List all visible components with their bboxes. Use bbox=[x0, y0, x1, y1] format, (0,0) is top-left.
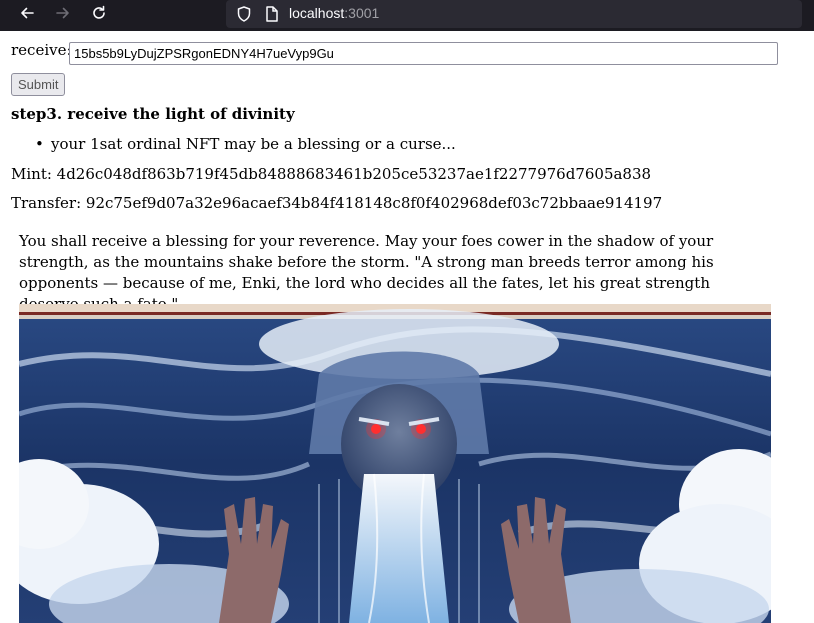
step-title: step3. receive the light of divinity bbox=[11, 105, 295, 123]
back-arrow-icon bbox=[21, 7, 34, 19]
receive-row: receive: bbox=[11, 41, 72, 59]
shield-icon[interactable] bbox=[235, 5, 253, 27]
url-port: :3001 bbox=[344, 5, 380, 21]
step-bullets: your 1sat ordinal NFT may be a blessing … bbox=[11, 135, 456, 153]
blessing-text: You shall receive a blessing for your re… bbox=[19, 232, 714, 313]
artwork-illustration bbox=[19, 304, 771, 623]
reload-button[interactable] bbox=[87, 1, 111, 25]
receive-label: receive: bbox=[11, 41, 72, 59]
browser-toolbar: localhost:3001 bbox=[0, 0, 814, 31]
url-text: localhost:3001 bbox=[289, 5, 379, 21]
address-bar[interactable]: localhost:3001 bbox=[226, 0, 802, 28]
forward-button[interactable] bbox=[51, 1, 75, 25]
submit-button[interactable]: Submit bbox=[11, 73, 66, 96]
page-icon[interactable] bbox=[264, 5, 280, 27]
window-edge bbox=[802, 0, 814, 31]
back-button[interactable] bbox=[15, 1, 39, 25]
mint-hash: Mint: 4d26c048df863b719f45db84888683461b… bbox=[11, 165, 652, 183]
transfer-hash: Transfer: 92c75ef9d07a32e96acaef34b84f41… bbox=[11, 194, 663, 212]
url-host: localhost bbox=[289, 5, 345, 21]
reload-icon bbox=[93, 5, 105, 19]
receive-address-input[interactable] bbox=[69, 42, 778, 65]
nft-artwork-image bbox=[19, 304, 771, 623]
forward-arrow-icon bbox=[56, 7, 69, 19]
list-item: your 1sat ordinal NFT may be a blessing … bbox=[11, 135, 456, 153]
